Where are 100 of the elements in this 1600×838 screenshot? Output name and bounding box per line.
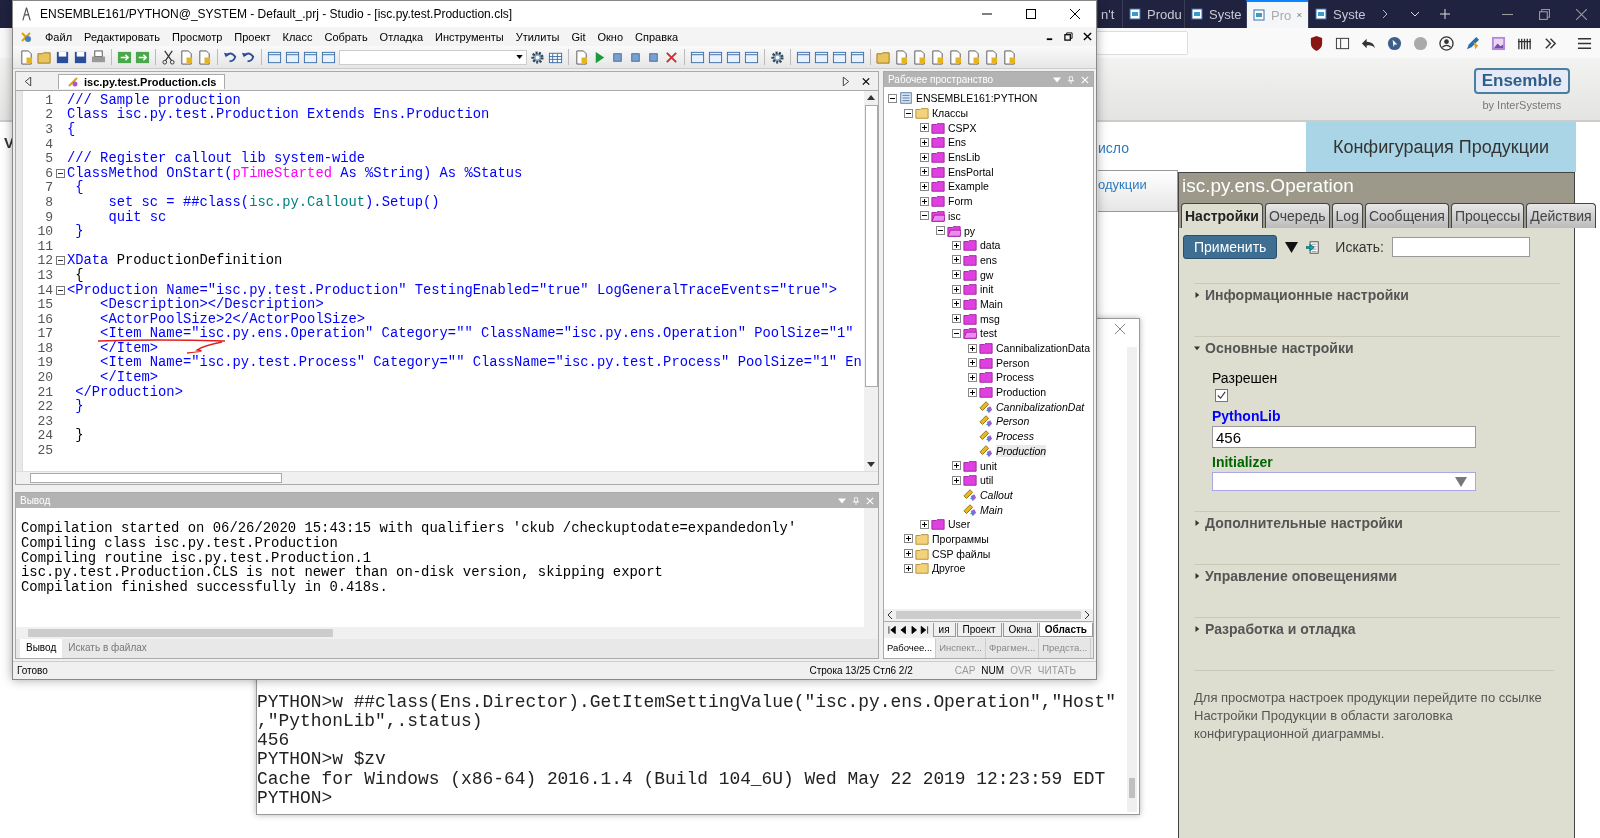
expander-icon[interactable] <box>936 226 945 236</box>
expander-icon[interactable] <box>904 549 913 559</box>
tab[interactable]: Сообщения <box>1364 203 1449 228</box>
window-icon[interactable] <box>690 49 705 65</box>
tab[interactable]: Проект <box>956 623 1002 637</box>
arrow-up-icon[interactable] <box>867 95 875 100</box>
cross-icon[interactable] <box>664 49 679 65</box>
tab[interactable]: Область <box>1038 623 1093 637</box>
tab[interactable]: Процессы <box>1450 203 1525 228</box>
scrollbar[interactable] <box>864 508 878 627</box>
tree-item[interactable]: Process <box>996 371 1034 384</box>
page-icon[interactable] <box>1002 49 1017 65</box>
tree-item[interactable]: Process <box>996 430 1034 443</box>
section-header[interactable]: Разработка и отладка <box>1194 618 1560 637</box>
scrollbar[interactable] <box>1127 347 1137 812</box>
window-icon[interactable] <box>744 49 759 65</box>
page-icon[interactable] <box>574 49 589 65</box>
window-icon[interactable] <box>321 49 336 65</box>
chevron-right-icon[interactable] <box>1380 9 1390 19</box>
tab[interactable]: Искать в файлах <box>62 639 153 658</box>
tab[interactable]: Настройки <box>1181 203 1263 228</box>
pen-icon[interactable] <box>1465 35 1480 51</box>
expander-icon[interactable] <box>952 314 961 324</box>
tab[interactable]: Действия <box>1526 203 1596 228</box>
tree-item[interactable]: ENSEMBLE161:PYTHON <box>916 92 1038 105</box>
expander-icon[interactable] <box>952 475 961 485</box>
collapse-icon[interactable] <box>55 256 65 266</box>
tree-item[interactable]: gw <box>980 268 994 281</box>
tree-item[interactable]: isc <box>948 209 961 222</box>
tree-item[interactable]: Form <box>948 195 973 208</box>
tree-item[interactable]: Person <box>996 356 1030 369</box>
tab[interactable]: Очередь <box>1264 203 1330 228</box>
menu-icon[interactable] <box>1577 35 1592 51</box>
tree-item[interactable]: User <box>948 518 971 531</box>
tree-item[interactable]: ens <box>980 253 997 266</box>
search-field[interactable] <box>1391 237 1530 257</box>
document-tab[interactable]: isc.py.test.Production.cls <box>58 73 226 89</box>
menu-item[interactable]: Проект <box>234 30 271 43</box>
expander-icon[interactable] <box>952 461 961 471</box>
menu-item[interactable]: Git <box>571 30 586 43</box>
document-arrow-icon[interactable] <box>1306 240 1320 254</box>
tree-item[interactable]: Другое <box>932 562 966 575</box>
close-icon[interactable] <box>862 76 870 86</box>
expander-icon[interactable] <box>920 519 929 529</box>
page-icon[interactable] <box>948 49 963 65</box>
window-icon[interactable] <box>303 49 318 65</box>
tab[interactable]: Log <box>1331 203 1363 228</box>
tree-item[interactable]: util <box>980 474 994 487</box>
tree-item[interactable]: Production <box>996 386 1047 399</box>
tree-item[interactable]: Программы <box>932 532 989 545</box>
expander-icon[interactable] <box>920 137 929 147</box>
expander-icon[interactable] <box>968 343 977 353</box>
tree-item[interactable]: test <box>980 327 997 340</box>
tree-item[interactable]: EnsPortal <box>948 165 994 178</box>
checkbox[interactable] <box>1215 389 1228 402</box>
tree-item[interactable]: CannibalizationDat <box>996 400 1085 413</box>
scrollbar[interactable] <box>16 471 878 484</box>
sidebar-icon[interactable] <box>1335 35 1350 51</box>
expander-icon[interactable] <box>952 328 961 338</box>
expander-icon[interactable] <box>920 211 929 221</box>
section-header[interactable]: Дополнительные настройки <box>1194 512 1560 531</box>
tab[interactable]: Рабочее... <box>884 638 937 658</box>
dropdown-field[interactable] <box>1212 472 1476 491</box>
expander-icon[interactable] <box>920 196 929 206</box>
tree-item[interactable]: Callout <box>980 488 1013 501</box>
page-icon[interactable] <box>984 49 999 65</box>
text-field[interactable]: 456 <box>1212 426 1476 448</box>
close-icon[interactable] <box>1070 9 1080 19</box>
expander-icon[interactable] <box>920 181 929 191</box>
menu-item[interactable]: Окно <box>597 30 623 43</box>
tree-item[interactable]: msg <box>980 312 1000 325</box>
window-icon[interactable] <box>708 49 723 65</box>
plus-icon[interactable] <box>1440 9 1450 19</box>
menu-item[interactable]: Просмотр <box>172 30 223 43</box>
section-header[interactable]: Управление оповещениями <box>1194 565 1560 584</box>
tab[interactable]: Окна <box>1002 623 1038 637</box>
expander-icon[interactable] <box>952 255 961 265</box>
window-icon[interactable] <box>796 49 811 65</box>
arrow-left-icon[interactable] <box>887 611 892 619</box>
expander-icon[interactable] <box>904 108 913 118</box>
window-icon[interactable] <box>267 49 282 65</box>
expander-icon[interactable] <box>968 358 977 368</box>
tree-item[interactable]: Production <box>996 444 1047 457</box>
expander-icon[interactable] <box>952 240 961 250</box>
tree-item[interactable]: Main <box>980 503 1003 516</box>
triangle-right-icon[interactable] <box>842 76 850 86</box>
tree-item[interactable]: CSP файлы <box>932 547 991 560</box>
tree-item[interactable]: Example <box>948 180 989 193</box>
menu-item[interactable]: Отладка <box>379 30 424 43</box>
menu-item[interactable]: Инструменты <box>435 30 504 43</box>
window-icon[interactable] <box>814 49 829 65</box>
menu-item[interactable]: Класс <box>282 30 313 43</box>
tree-item[interactable]: data <box>980 239 1001 252</box>
tab-navigation-icon[interactable] <box>888 626 929 634</box>
expander-icon[interactable] <box>904 534 913 544</box>
scrollbar[interactable] <box>864 91 878 471</box>
printer-icon[interactable] <box>91 49 106 65</box>
menu-item[interactable]: Справка <box>635 30 679 43</box>
menu-item[interactable]: одукции <box>1098 170 1178 212</box>
tree-item[interactable]: Ens <box>948 136 967 149</box>
